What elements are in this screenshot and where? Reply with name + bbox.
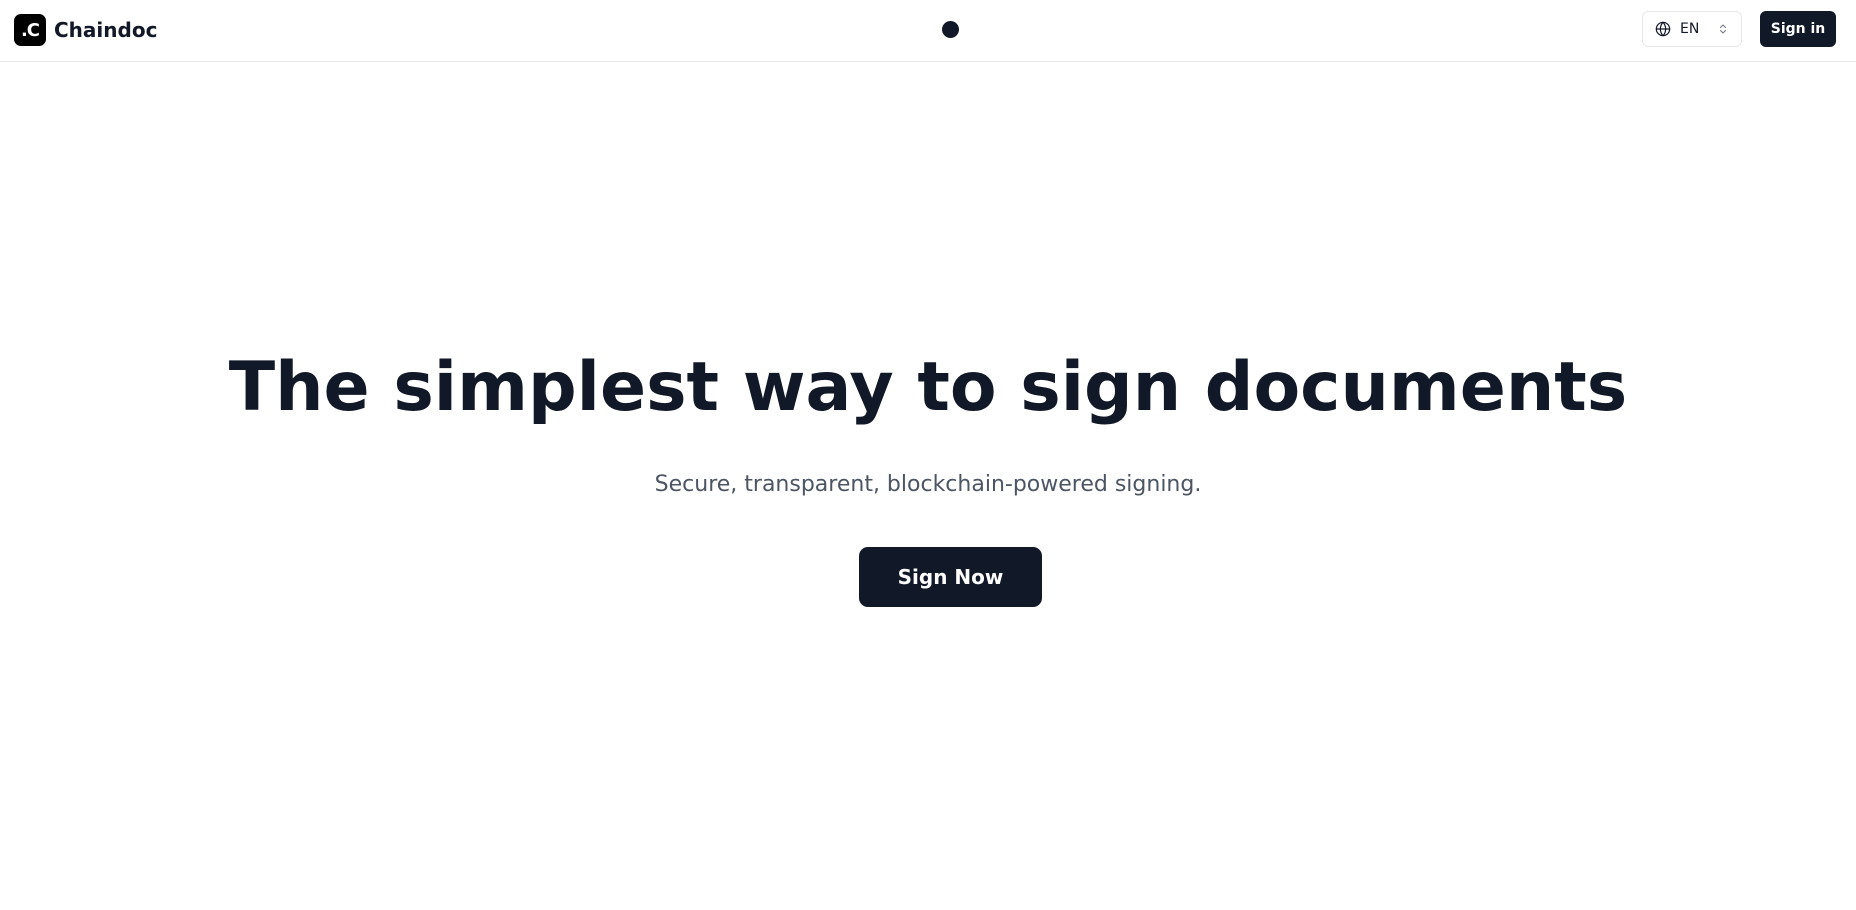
- hero-subtitle: Secure, transparent, blockchain-powered …: [654, 472, 1202, 497]
- language-select[interactable]: EN: [1642, 11, 1742, 47]
- top-navbar: .C Chaindoc EN Sign in: [0, 0, 1856, 62]
- brand-logo-icon: .C: [14, 14, 46, 46]
- chevron-up-down-icon: [1720, 24, 1726, 34]
- language-selected-value: EN: [1680, 21, 1700, 37]
- sign-in-button[interactable]: Sign in: [1760, 11, 1836, 47]
- globe-icon: [1655, 21, 1671, 37]
- brand-link[interactable]: .C Chaindoc: [14, 14, 157, 46]
- hero-title: The simplest way to sign documents: [228, 348, 1628, 427]
- brand-name: Chaindoc: [54, 18, 158, 42]
- sign-now-button[interactable]: Sign Now: [859, 547, 1042, 607]
- status-dot-icon: [942, 21, 959, 38]
